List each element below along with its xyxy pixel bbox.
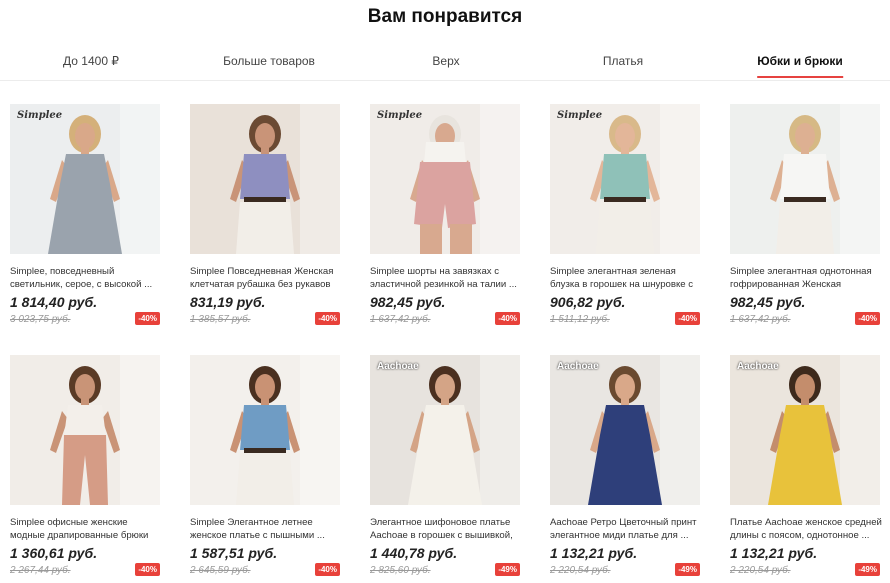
product-card[interactable]: Simplee Элегантное летнее женское платье… — [190, 355, 342, 579]
product-price: 831,19 руб. — [190, 294, 266, 310]
discount-badge: -40% — [675, 312, 700, 325]
product-image[interactable]: Aachoae — [730, 355, 880, 505]
product-price: 1 132,21 руб. — [550, 545, 638, 561]
old-price: 3 023,75 руб. — [10, 314, 71, 325]
discount-badge: -40% — [135, 563, 160, 576]
product-name[interactable]: Simplee элегантная зеленая блузка в горо… — [550, 265, 702, 291]
product-card[interactable]: Simplee Simplee элегантная зеленая блузка… — [550, 104, 702, 328]
old-price: 2 267,44 руб. — [10, 565, 71, 576]
discount-badge: -49% — [675, 563, 700, 576]
product-name[interactable]: Simplee, повседневный светильник, серое,… — [10, 265, 162, 291]
old-price: 2 220,54 руб. — [550, 565, 611, 576]
product-image[interactable]: Simplee — [10, 104, 160, 254]
old-price: 2 825,60 руб. — [370, 565, 431, 576]
discount-badge: -40% — [495, 312, 520, 325]
discount-badge: -40% — [315, 312, 340, 325]
discount-badge: -40% — [315, 563, 340, 576]
product-name[interactable]: Платье Aachoae женское средней длины с п… — [730, 516, 882, 542]
product-price: 906,82 руб. — [550, 294, 626, 310]
product-name[interactable]: Simplee Элегантное летнее женское платье… — [190, 516, 342, 542]
product-card[interactable]: Simplee Повседневная Женская клетчатая р… — [190, 104, 342, 328]
product-card[interactable]: Simplee Simplee, повседневный светильник,… — [10, 104, 162, 328]
brand-logo: Aachoae — [557, 361, 599, 372]
old-price: 1 637,42 руб. — [370, 314, 431, 325]
old-price: 2 645,59 руб. — [190, 565, 251, 576]
discount-badge: -40% — [135, 312, 160, 325]
product-name[interactable]: Simplee шорты на завязках с эластичной р… — [370, 265, 522, 291]
product-price: 982,45 руб. — [370, 294, 446, 310]
product-image[interactable]: Aachoae — [370, 355, 520, 505]
product-price: 1 587,51 руб. — [190, 545, 278, 561]
product-image[interactable] — [10, 355, 160, 505]
old-price: 1 637,42 руб. — [730, 314, 791, 325]
discount-badge: -49% — [855, 563, 880, 576]
discount-badge: -40% — [855, 312, 880, 325]
product-card[interactable]: Simplee офисные женские модные драпирова… — [10, 355, 162, 579]
brand-logo: Simplee — [17, 110, 63, 121]
old-price: 1 511,12 руб. — [550, 314, 610, 325]
old-price: 2 220,54 руб. — [730, 565, 791, 576]
product-card[interactable]: Simplee элегантная однотонная гофрирован… — [730, 104, 882, 328]
product-card[interactable]: Aachoae Aachoae Ретро Цветочный принт эле… — [550, 355, 702, 579]
product-price: 1 360,61 руб. — [10, 545, 98, 561]
product-card[interactable]: Aachoae Элегантное шифоновое платье Aacho… — [370, 355, 522, 579]
brand-logo: Simplee — [557, 110, 603, 121]
product-name[interactable]: Элегантное шифоновое платье Aachoae в го… — [370, 516, 522, 542]
discount-badge: -49% — [495, 563, 520, 576]
product-card[interactable]: Simplee Simplee шорты на завязках с эласт… — [370, 104, 522, 328]
brand-logo: Simplee — [377, 110, 423, 121]
brand-logo: Aachoae — [377, 361, 419, 372]
product-image[interactable] — [730, 104, 880, 254]
product-name[interactable]: Aachoae Ретро Цветочный принт элегантное… — [550, 516, 702, 542]
product-name[interactable]: Simplee Повседневная Женская клетчатая р… — [190, 265, 342, 291]
product-grid: Simplee Simplee, повседневный светильник,… — [0, 0, 890, 583]
product-image[interactable]: Aachoae — [550, 355, 700, 505]
product-price: 1 814,40 руб. — [10, 294, 98, 310]
product-image[interactable] — [190, 104, 340, 254]
product-price: 1 132,21 руб. — [730, 545, 818, 561]
product-card[interactable]: Aachoae Платье Aachoae женское средней дл… — [730, 355, 882, 579]
product-price: 1 440,78 руб. — [370, 545, 458, 561]
brand-logo: Aachoae — [737, 361, 779, 372]
product-price: 982,45 руб. — [730, 294, 806, 310]
old-price: 1 385,57 руб. — [190, 314, 251, 325]
product-image[interactable]: Simplee — [550, 104, 700, 254]
product-name[interactable]: Simplee офисные женские модные драпирова… — [10, 516, 162, 542]
product-image[interactable]: Simplee — [370, 104, 520, 254]
product-image[interactable] — [190, 355, 340, 505]
product-name[interactable]: Simplee элегантная однотонная гофрирован… — [730, 265, 882, 291]
